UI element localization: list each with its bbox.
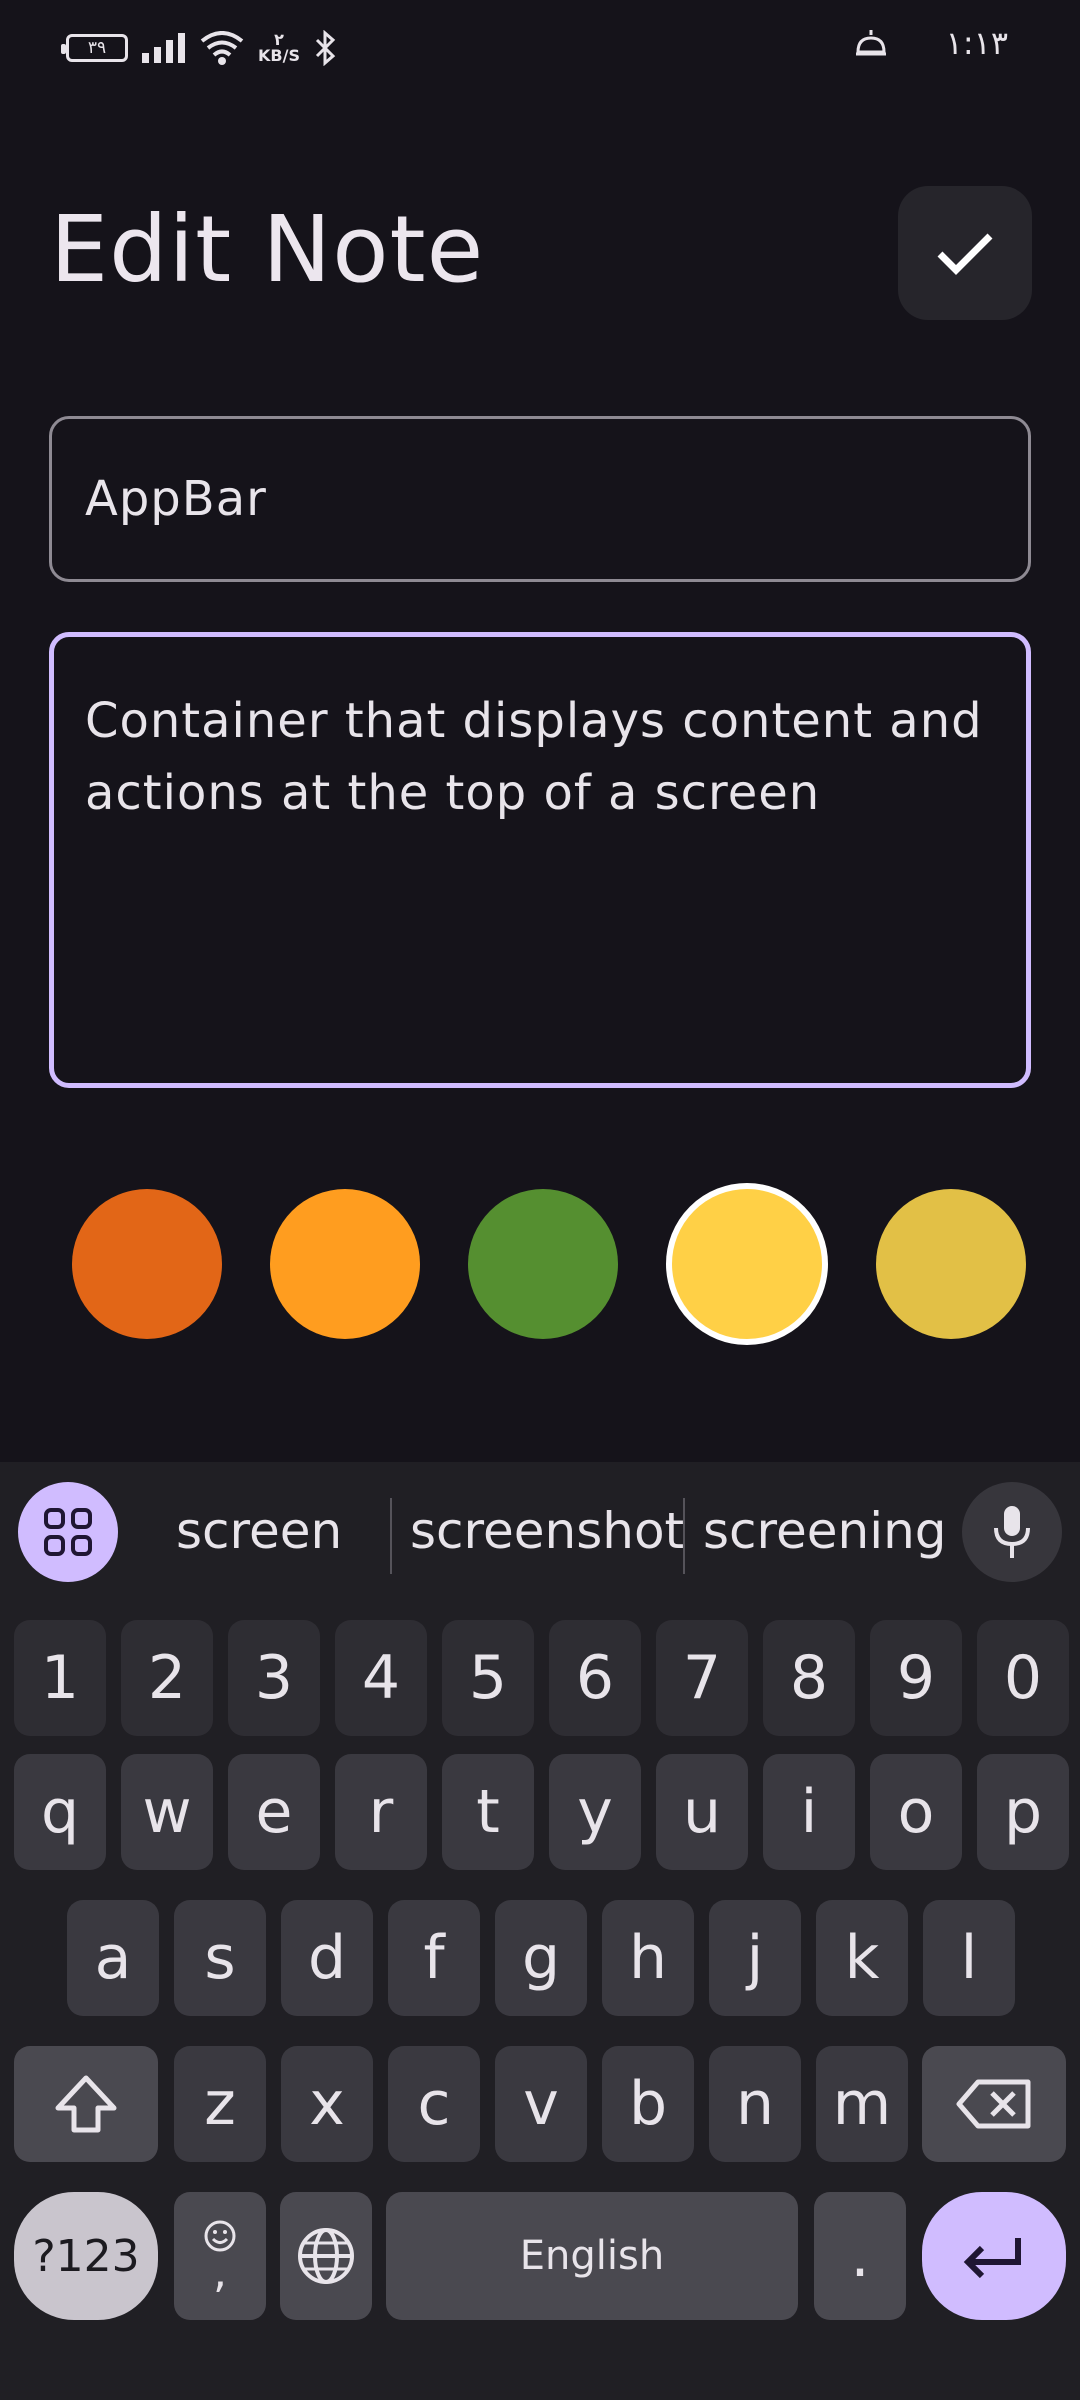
key-l[interactable]: l	[923, 1900, 1015, 2016]
color-option-3[interactable]	[468, 1189, 618, 1339]
key-4[interactable]: 4	[335, 1620, 427, 1736]
key-r[interactable]: r	[335, 1754, 427, 1870]
key-t[interactable]: t	[442, 1754, 534, 1870]
grid-icon	[44, 1508, 92, 1556]
key-5[interactable]: 5	[442, 1620, 534, 1736]
alarm-icon	[855, 30, 886, 56]
key-j[interactable]: j	[709, 1900, 801, 2016]
bluetooth-icon	[315, 30, 336, 66]
key-1[interactable]: 1	[14, 1620, 106, 1736]
key-b[interactable]: b	[602, 2046, 694, 2162]
key-z[interactable]: z	[174, 2046, 266, 2162]
key-m[interactable]: m	[816, 2046, 908, 2162]
symbols-key[interactable]: ?123	[14, 2192, 158, 2320]
suggestion-1[interactable]: screen	[176, 1502, 342, 1560]
suggestion-bar: screen screenshot screening	[0, 1462, 1080, 1600]
wifi-icon	[200, 31, 244, 65]
key-p[interactable]: p	[977, 1754, 1069, 1870]
enter-key[interactable]	[922, 2192, 1066, 2320]
suggestion-3[interactable]: screening	[703, 1502, 947, 1560]
key-i[interactable]: i	[763, 1754, 855, 1870]
keyboard: screen screenshot screening 1234567890 qw…	[0, 1462, 1080, 2400]
signal-icon	[142, 33, 185, 63]
key-q[interactable]: q	[14, 1754, 106, 1870]
suggestion-divider	[390, 1498, 392, 1574]
key-8[interactable]: 8	[763, 1620, 855, 1736]
clock: ۱:۱۳	[945, 24, 1008, 62]
suggestion-2[interactable]: screenshot	[410, 1502, 684, 1560]
status-bar: ۳۹ ۲ KB/S ۱:۱۳	[0, 0, 1080, 96]
check-icon	[937, 233, 993, 275]
key-g[interactable]: g	[495, 1900, 587, 2016]
comma-label: ,	[213, 2247, 227, 2298]
key-u[interactable]: u	[656, 1754, 748, 1870]
key-2[interactable]: 2	[121, 1620, 213, 1736]
globe-icon	[298, 2228, 354, 2284]
mic-icon	[994, 1506, 1030, 1558]
color-option-2[interactable]	[270, 1189, 420, 1339]
key-0[interactable]: 0	[977, 1620, 1069, 1736]
backspace-key[interactable]	[922, 2046, 1066, 2162]
key-9[interactable]: 9	[870, 1620, 962, 1736]
shift-key[interactable]	[14, 2046, 158, 2162]
suggestion-divider	[683, 1498, 685, 1574]
key-d[interactable]: d	[281, 1900, 373, 2016]
title-input[interactable]: AppBar	[49, 416, 1031, 582]
content-input-value: Container that displays content and acti…	[85, 693, 983, 821]
key-o[interactable]: o	[870, 1754, 962, 1870]
key-f[interactable]: f	[388, 1900, 480, 2016]
color-option-1[interactable]	[72, 1189, 222, 1339]
voice-input-button[interactable]	[962, 1482, 1062, 1582]
key-y[interactable]: y	[549, 1754, 641, 1870]
period-key[interactable]: .	[814, 2192, 906, 2320]
key-7[interactable]: 7	[656, 1620, 748, 1736]
key-w[interactable]: w	[121, 1754, 213, 1870]
key-a[interactable]: a	[67, 1900, 159, 2016]
key-h[interactable]: h	[602, 1900, 694, 2016]
save-button[interactable]	[898, 186, 1032, 320]
comma-emoji-key[interactable]: ,	[174, 2192, 266, 2320]
key-v[interactable]: v	[495, 2046, 587, 2162]
content-input[interactable]: Container that displays content and acti…	[49, 632, 1031, 1088]
apps-grid-button[interactable]	[18, 1482, 118, 1582]
language-key[interactable]	[280, 2192, 372, 2320]
key-6[interactable]: 6	[549, 1620, 641, 1736]
page-title: Edit Note	[50, 196, 485, 303]
key-x[interactable]: x	[281, 2046, 373, 2162]
backspace-icon	[956, 2079, 1031, 2129]
color-option-5[interactable]	[876, 1189, 1026, 1339]
data-rate: ۲ KB/S	[258, 30, 300, 65]
color-option-4-selected[interactable]	[666, 1183, 828, 1345]
key-n[interactable]: n	[709, 2046, 801, 2162]
title-input-value: AppBar	[85, 471, 267, 527]
key-e[interactable]: e	[228, 1754, 320, 1870]
key-k[interactable]: k	[816, 1900, 908, 2016]
enter-icon	[963, 2238, 1021, 2278]
key-3[interactable]: 3	[228, 1620, 320, 1736]
shift-icon	[55, 2075, 117, 2133]
key-s[interactable]: s	[174, 1900, 266, 2016]
battery-icon: ۳۹	[61, 34, 128, 62]
key-c[interactable]: c	[388, 2046, 480, 2162]
space-key[interactable]: English	[386, 2192, 798, 2320]
